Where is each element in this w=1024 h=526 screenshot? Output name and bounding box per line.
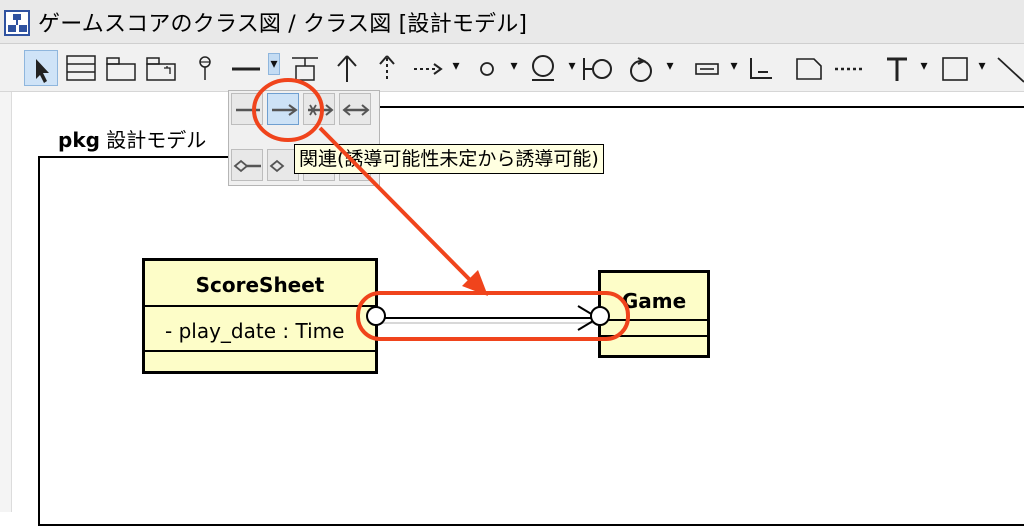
class-game[interactable]: Game: [598, 270, 710, 358]
entity-dropdown-icon[interactable]: ▾: [728, 58, 740, 74]
realization-icon[interactable]: [370, 50, 404, 86]
rectangle-icon[interactable]: [744, 50, 778, 86]
window-title: ゲームスコアのクラス図 / クラス図 [設計モデル]: [38, 12, 528, 37]
boundary-dropdown-icon[interactable]: ▾: [566, 58, 578, 74]
circle-dropdown-icon[interactable]: ▾: [508, 58, 520, 74]
boundary-icon[interactable]: [526, 50, 560, 86]
dotted-line-icon[interactable]: [832, 50, 866, 86]
association-dropdown-icon[interactable]: ▾: [268, 53, 280, 75]
text-dropdown-icon[interactable]: ▾: [918, 58, 930, 74]
package-icon[interactable]: [104, 50, 138, 86]
circle-icon[interactable]: [470, 50, 504, 86]
bidirectional-association-icon[interactable]: [339, 93, 371, 125]
canvas-gutter: [0, 92, 12, 512]
subsystem-icon[interactable]: [144, 50, 178, 86]
class-name: ScoreSheet: [195, 273, 325, 297]
class-divider: [145, 305, 375, 307]
class-scoresheet[interactable]: ScoreSheet - play_date : Time: [142, 258, 378, 374]
generalization-icon[interactable]: [330, 50, 364, 86]
diagram-toolbar: ▾ ▾ ▾ ▾ ▾ ▾ ▾ ▾: [0, 44, 1024, 92]
title-bar: ゲームスコアのクラス図 / クラス図 [設計モデル]: [0, 0, 1024, 44]
association-line-icon[interactable]: [228, 50, 264, 86]
non-navigable-association-icon[interactable]: [303, 93, 335, 125]
aggregation-icon[interactable]: [231, 149, 263, 181]
note-icon[interactable]: [792, 50, 826, 86]
package-keyword: pkg: [58, 128, 100, 152]
note-anchor-icon[interactable]: [288, 50, 322, 86]
text-icon[interactable]: [880, 50, 914, 86]
control-icon[interactable]: [624, 50, 658, 86]
tool-tooltip: 関連(誘導可能性未定から誘導可能): [294, 144, 604, 174]
class-name: Game: [621, 289, 687, 313]
class-divider: [601, 319, 707, 321]
package-name: 設計モデル: [106, 128, 207, 152]
control-dropdown-icon[interactable]: ▾: [664, 58, 676, 74]
class-attribute: - play_date : Time: [165, 319, 345, 343]
interface-lollipop-icon[interactable]: [580, 50, 614, 86]
class-divider: [601, 335, 707, 337]
class-icon[interactable]: [64, 50, 98, 86]
line-icon[interactable]: [994, 50, 1024, 86]
class-diagram-icon: [4, 10, 30, 36]
select-pointer-icon[interactable]: [24, 50, 58, 86]
association-icon[interactable]: [231, 93, 263, 125]
frame-dropdown-icon[interactable]: ▾: [976, 58, 988, 74]
entity-icon[interactable]: [690, 50, 724, 86]
interface-ball-icon[interactable]: [188, 50, 222, 86]
frame-icon[interactable]: [938, 50, 972, 86]
dependency-icon[interactable]: [410, 50, 444, 86]
navigable-association-icon[interactable]: [267, 93, 299, 125]
dependency-dropdown-icon[interactable]: ▾: [450, 58, 462, 74]
class-divider: [145, 350, 375, 352]
package-frame-label: pkg 設計モデル: [58, 124, 206, 153]
